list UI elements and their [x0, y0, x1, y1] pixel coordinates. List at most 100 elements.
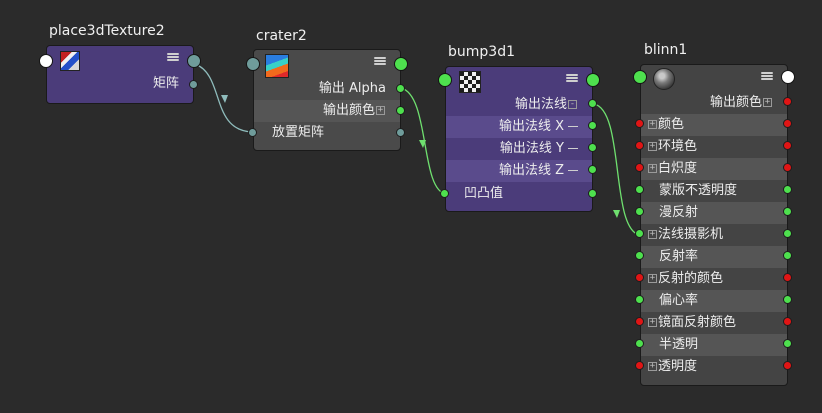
transparency-out-plug[interactable]: [783, 361, 792, 370]
menu-icon[interactable]: [761, 72, 773, 84]
plus-box-icon[interactable]: +: [648, 318, 657, 327]
output-color-label: 输出颜色: [322, 103, 375, 118]
output-normal-plug[interactable]: [588, 99, 597, 108]
matte-opacity-out-plug[interactable]: [783, 185, 792, 194]
specular-color-in-plug[interactable]: [635, 317, 644, 326]
output-normal-z-row: 输出法线 Z: [446, 160, 592, 182]
attr-row-incandescence: + 白炽度: [641, 158, 787, 180]
plus-box-icon[interactable]: +: [648, 274, 657, 283]
plus-box-icon[interactable]: +: [648, 230, 657, 239]
wire-alpha-to-bump: [400, 87, 447, 195]
diffuse-in-plug[interactable]: [635, 207, 644, 216]
attr-diffuse-label: 漫反射: [659, 205, 699, 220]
crater-output-plug[interactable]: [394, 57, 408, 71]
reflected-color-out-plug[interactable]: [783, 273, 792, 282]
translucence-out-plug[interactable]: [783, 339, 792, 348]
placement-matrix-plug[interactable]: [248, 128, 257, 137]
output-normal-row: 输出法线 -: [446, 94, 592, 116]
attr-eccentricity-label: 偏心率: [659, 293, 699, 308]
attr-row-reflected-color: + 反射的颜色: [641, 268, 787, 290]
plus-box-icon[interactable]: +: [648, 120, 657, 129]
diffuse-out-plug[interactable]: [783, 207, 792, 216]
place3dtexture-node[interactable]: 矩阵: [46, 45, 194, 104]
output-normal-x-row: 输出法线 X: [446, 116, 592, 138]
output-alpha-plug[interactable]: [396, 84, 405, 93]
output-normal-z-plug[interactable]: [588, 165, 597, 174]
place3d-input-plug[interactable]: [39, 54, 53, 68]
wire-matrix-to-placement: [194, 63, 253, 133]
bump-value-out-plug[interactable]: [588, 189, 597, 198]
matrix-output-plug[interactable]: [189, 80, 198, 89]
node-title-crater: crater2: [256, 28, 307, 44]
output-normal-x-label: 输出法线 X: [498, 119, 564, 134]
eccentricity-out-plug[interactable]: [783, 295, 792, 304]
menu-icon[interactable]: [167, 53, 179, 65]
output-normal-x-plug[interactable]: [588, 121, 597, 130]
attr-reflectivity-label: 反射率: [659, 249, 699, 264]
wire-arrow-green-2: [613, 210, 620, 218]
minus-box-icon[interactable]: -: [568, 100, 577, 109]
place3d-texture-icon: [60, 51, 80, 71]
ambient-in-plug[interactable]: [635, 141, 644, 150]
bump-input-plug[interactable]: [438, 73, 452, 87]
bump3d-node[interactable]: 输出法线 - 输出法线 X 输出法线 Y 输出法线 Z 凹凸值: [445, 66, 593, 212]
output-normal-y-row: 输出法线 Y: [446, 138, 592, 160]
attr-row-normal-camera: + 法线摄影机: [641, 224, 787, 246]
placement-matrix-out-plug[interactable]: [396, 128, 405, 137]
attr-row-transparency: + 透明度: [641, 356, 787, 378]
bump-checker-icon: [459, 71, 481, 93]
blinn-output-color-label: 输出颜色: [709, 95, 762, 110]
blinn-node[interactable]: 输出颜色 + + 颜色 + 环境色 + 白炽度 蒙版不透明度 漫反射 + 法线摄影机 反射…: [640, 64, 788, 386]
incandescence-in-plug[interactable]: [635, 163, 644, 172]
output-normal-z-label: 输出法线 Z: [498, 163, 564, 178]
output-matrix-label: 矩阵: [152, 76, 179, 91]
bump-value-in-plug[interactable]: [440, 189, 449, 198]
attr-row-reflectivity: 反射率: [641, 246, 787, 268]
reflectivity-in-plug[interactable]: [635, 251, 644, 260]
place3d-output-plug[interactable]: [187, 54, 201, 68]
output-color-row: 输出颜色 +: [254, 100, 400, 122]
crater-node[interactable]: 输出 Alpha 输出颜色 + 放置矩阵: [253, 49, 401, 151]
translucence-in-plug[interactable]: [635, 339, 644, 348]
transparency-in-plug[interactable]: [635, 361, 644, 370]
bump-output-plug[interactable]: [586, 73, 600, 87]
output-alpha-label: 输出 Alpha: [318, 81, 386, 96]
plus-box-icon[interactable]: +: [763, 98, 772, 107]
attr-specular-color-label: 镜面反射颜色: [658, 315, 737, 330]
crater-input-plug[interactable]: [246, 57, 260, 71]
plus-box-icon[interactable]: +: [648, 362, 657, 371]
plus-box-icon[interactable]: +: [376, 106, 385, 115]
wire-normal-to-camera: [593, 103, 641, 236]
attr-row-color: + 颜色: [641, 114, 787, 136]
incandescence-out-plug[interactable]: [783, 163, 792, 172]
menu-icon[interactable]: [374, 57, 386, 69]
wire-arrow-green-1: [419, 140, 426, 148]
attr-incandescence-label: 白炽度: [658, 161, 698, 176]
blinn-output-color-plug[interactable]: [783, 97, 792, 106]
wire-arrow-teal: [221, 95, 228, 103]
plus-box-icon[interactable]: +: [648, 164, 657, 173]
reflected-color-in-plug[interactable]: [635, 273, 644, 282]
color-in-plug[interactable]: [635, 119, 644, 128]
normal-camera-in-plug[interactable]: [635, 229, 644, 238]
blinn-output-plug[interactable]: [781, 70, 795, 84]
menu-icon[interactable]: [566, 74, 578, 86]
crater-texture-icon: [265, 54, 289, 78]
node-title-bump: bump3d1: [448, 44, 515, 60]
blinn-input-plug[interactable]: [633, 70, 647, 84]
eccentricity-in-plug[interactable]: [635, 295, 644, 304]
color-out-plug[interactable]: [783, 119, 792, 128]
reflectivity-out-plug[interactable]: [783, 251, 792, 260]
node-title-blinn: blinn1: [644, 42, 688, 58]
attr-row-ambient: + 环境色: [641, 136, 787, 158]
attr-row-specular-color: + 镜面反射颜色: [641, 312, 787, 334]
normal-camera-out-plug[interactable]: [783, 229, 792, 238]
output-normal-y-plug[interactable]: [588, 143, 597, 152]
output-normal-y-label: 输出法线 Y: [499, 141, 564, 156]
output-color-plug[interactable]: [396, 106, 405, 115]
specular-color-out-plug[interactable]: [783, 317, 792, 326]
ambient-out-plug[interactable]: [783, 141, 792, 150]
attr-color-label: 颜色: [658, 117, 685, 132]
plus-box-icon[interactable]: +: [648, 142, 657, 151]
matte-opacity-in-plug[interactable]: [635, 185, 644, 194]
